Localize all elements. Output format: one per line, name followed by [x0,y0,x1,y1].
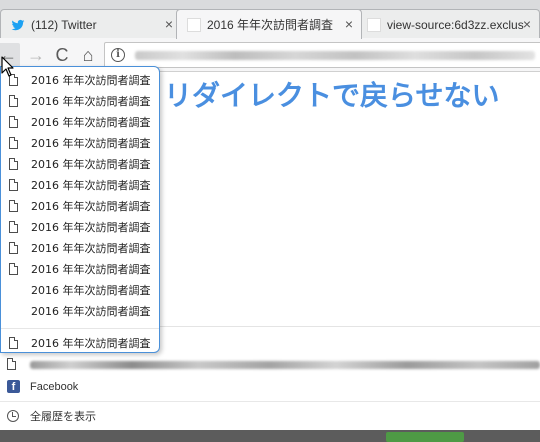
blank-page-icon [9,158,18,170]
history-item-label: Facebook [30,381,79,393]
twitter-bird-icon [11,19,25,31]
tab-title: view-source:6d3zz.exclus [387,18,524,32]
history-menu-item[interactable]: 2016 年年次訪問者調査 [1,238,159,259]
mouse-cursor-icon [1,56,14,77]
history-menu-item[interactable]: 2016 年年次訪問者調査 [1,280,159,301]
history-menu-item-label: 2016 年年次訪問者調査 [31,95,151,108]
tab-close-icon[interactable]: × [165,17,173,31]
history-item-facebook[interactable]: f Facebook [0,377,540,397]
taskbar-strip [0,430,540,442]
history-menu-item[interactable]: 2016 年年次訪問者調査 [1,259,159,280]
blank-page-icon [9,242,18,254]
history-menu-item-label: 2016 年年次訪問者調査 [31,242,151,255]
history-menu-item[interactable]: 2016 年年次訪問者調査 [1,301,159,322]
history-menu-item[interactable]: 2016 年年次訪問者調査 [1,196,159,217]
blank-page-icon [9,137,18,149]
blurred-text [30,361,540,369]
back-history-menu: 2016 年年次訪問者調査 2016 年年次訪問者調査 2016 年年次訪問者調… [0,66,160,353]
reload-button[interactable]: C [50,43,74,67]
history-menu-item[interactable]: 2016 年年次訪問者調査 [1,133,159,154]
history-menu-item-last[interactable]: 2016 年年次訪問者調査 [1,333,159,354]
show-full-history-label: 全履歴を表示 [30,411,96,423]
home-button[interactable]: ⌂ [76,43,100,67]
history-menu-item-label: 2016 年年次訪問者調査 [31,200,151,213]
tab-title: (112) Twitter [31,18,97,32]
divider [0,401,540,402]
history-menu-item[interactable]: 2016 年年次訪問者調査 [1,91,159,112]
history-menu-item-label: 2016 年年次訪問者調査 [31,221,151,234]
site-info-icon[interactable]: i [111,48,125,62]
blank-page-icon [9,221,18,233]
address-bar[interactable]: i [104,42,540,68]
history-menu-item-label: 2016 年年次訪問者調査 [31,158,151,171]
history-menu-item-label: 2016 年年次訪問者調査 [31,137,151,150]
tab-close-icon[interactable]: × [345,17,353,31]
blank-page-icon [9,200,18,212]
history-clock-icon [7,410,19,422]
blank-page-icon [367,18,381,32]
blank-page-icon [187,18,201,32]
history-menu-item[interactable]: 2016 年年次訪問者調査 [1,112,159,133]
blurred-url [135,51,535,60]
blank-page-icon [9,116,18,128]
history-menu-item-label: 2016 年年次訪問者調査 [31,284,151,297]
history-menu-item[interactable]: 2016 年年次訪問者調査 [1,217,159,238]
page-heading: リダイレクトで戻らせない [164,79,500,112]
tab-close-icon[interactable]: × [523,17,531,31]
menu-divider [1,328,159,329]
blank-page-icon [9,337,18,349]
history-menu-item[interactable]: 2016 年年次訪問者調査 [1,154,159,175]
history-menu-item-label: 2016 年年次訪問者調査 [31,263,151,276]
tab-strip: (112) Twitter × view-source:6d3zz.exclus… [0,0,540,39]
history-menu-item[interactable]: 2016 年年次訪問者調査 [1,70,159,91]
history-menu-item[interactable]: 2016 年年次訪問者調査 [1,175,159,196]
tab-survey[interactable]: 2016 年年次訪問者調査 × [176,9,362,39]
forward-button[interactable]: → [24,43,48,67]
tab-twitter[interactable]: (112) Twitter × [0,9,182,39]
tab-title: 2016 年年次訪問者調査 [207,18,334,32]
blurred-history-row[interactable] [0,355,540,375]
history-menu-item-label: 2016 年年次訪問者調査 [31,337,151,350]
blank-page-icon [7,358,16,370]
taskbar-item[interactable] [386,432,464,442]
history-menu-item-label: 2016 年年次訪問者調査 [31,179,151,192]
show-full-history[interactable]: 全履歴を表示 [0,407,540,427]
blank-page-icon [9,263,18,275]
tab-view-source[interactable]: view-source:6d3zz.exclus × [356,9,540,39]
history-menu-item-label: 2016 年年次訪問者調査 [31,74,151,87]
history-menu-item-label: 2016 年年次訪問者調査 [31,116,151,129]
blank-page-icon [9,179,18,191]
facebook-icon: f [7,380,20,393]
history-menu-item-label: 2016 年年次訪問者調査 [31,305,151,318]
blank-page-icon [9,95,18,107]
